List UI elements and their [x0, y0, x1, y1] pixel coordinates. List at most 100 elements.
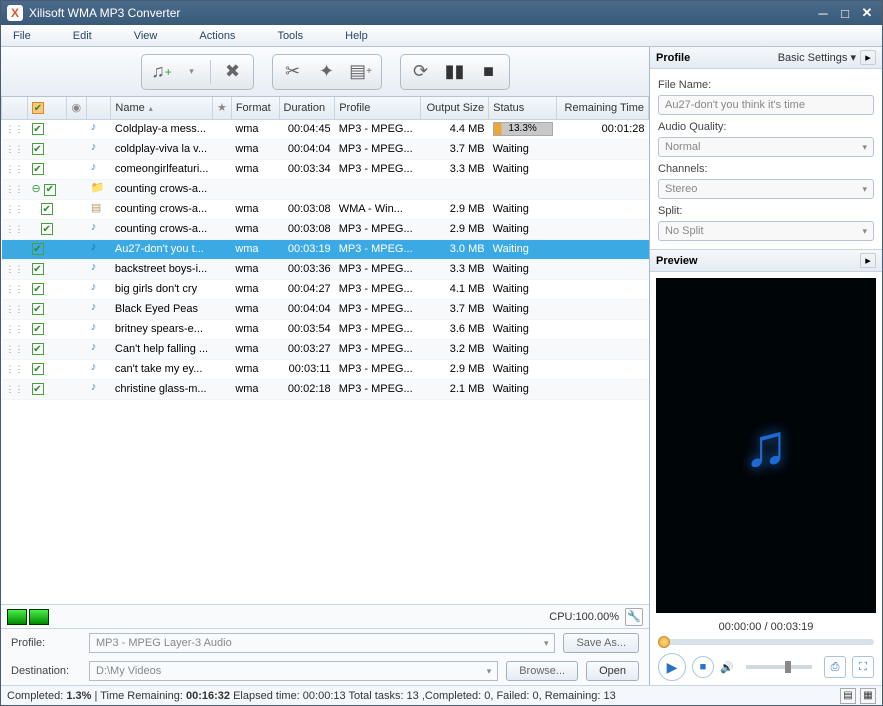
col-star[interactable]: ★ [212, 97, 231, 119]
menu-tools[interactable]: Tools [277, 30, 303, 42]
row-checkbox[interactable]: ✔ [32, 123, 44, 135]
col-name[interactable]: Name [111, 97, 213, 119]
drag-handle-icon[interactable]: ⋮⋮ [6, 264, 24, 274]
col-output[interactable]: Output Size [420, 97, 488, 119]
table-row[interactable]: ⋮⋮ ✔ ♪ can't take my ey... wma 00:03:11 … [2, 359, 649, 379]
seek-slider[interactable] [658, 639, 874, 645]
table-row[interactable]: ⋮⋮ ✔ ♪ Coldplay-a mess... wma 00:04:45 M… [2, 119, 649, 139]
channels-field[interactable]: Stereo▾ [658, 179, 874, 199]
drag-handle-icon[interactable]: ⋮⋮ [6, 304, 24, 314]
table-row[interactable]: ⋮⋮ ✔ ♪ Can't help falling ... wma 00:03:… [2, 339, 649, 359]
drag-handle-icon[interactable]: ⋮⋮ [6, 204, 24, 214]
cell-name: coldplay-viva la v... [111, 139, 213, 159]
list-view-icon[interactable]: ▤ [840, 688, 856, 704]
drag-handle-icon[interactable]: ⋮⋮ [6, 184, 24, 194]
table-row[interactable]: ⋮⋮ ⊖ ✔ 📁 counting crows-a... [2, 179, 649, 199]
table-row[interactable]: ⋮⋮ ✔ ♪ Black Eyed Peas wma 00:04:04 MP3 … [2, 299, 649, 319]
table-row[interactable]: ⋮⋮ ✔ ♪ counting crows-a... wma 00:03:08 … [2, 219, 649, 239]
play-button[interactable]: ▶ [658, 653, 686, 681]
split-field[interactable]: No Split▾ [658, 221, 874, 241]
menu-file[interactable]: File [13, 30, 31, 42]
menu-actions[interactable]: Actions [199, 30, 235, 42]
col-profile[interactable]: Profile [335, 97, 421, 119]
col-remaining[interactable]: Remaining Time [557, 97, 649, 119]
cut-icon[interactable]: ✂ [281, 60, 305, 84]
table-row[interactable]: ⋮⋮ ✔ ♪ big girls don't cry wma 00:04:27 … [2, 279, 649, 299]
stop-button[interactable]: ■ [692, 656, 714, 678]
pause-icon[interactable]: ▮▮ [443, 60, 467, 84]
settings-icon[interactable]: 🔧 [625, 608, 643, 626]
row-checkbox[interactable]: ✔ [41, 223, 53, 235]
convert-icon[interactable]: ⟳ [409, 60, 433, 84]
table-row[interactable]: ⋮⋮ ✔ ♪ comeongirlfeaturi... wma 00:03:34… [2, 159, 649, 179]
volume-slider[interactable] [746, 665, 812, 669]
row-checkbox[interactable]: ✔ [32, 283, 44, 295]
drag-handle-icon[interactable]: ⋮⋮ [6, 224, 24, 234]
cell-remaining: 00:01:28 [557, 119, 649, 139]
col-format[interactable]: Format [231, 97, 279, 119]
effects-icon[interactable]: ✦ [315, 60, 339, 84]
maximize-button[interactable]: □ [836, 5, 854, 21]
row-checkbox[interactable]: ✔ [41, 203, 53, 215]
preview-toggle[interactable]: ▸ [860, 253, 876, 268]
delete-icon[interactable]: ✖ [221, 60, 245, 84]
minimize-button[interactable]: ─ [814, 5, 832, 21]
quality-field[interactable]: Normal▾ [658, 137, 874, 157]
profile-combo[interactable]: MP3 - MPEG Layer-3 Audio▾ [89, 633, 555, 653]
profile-panel-toggle[interactable]: ▸ [860, 50, 876, 65]
row-checkbox[interactable]: ✔ [32, 243, 44, 255]
statusbar: Completed: 1.3% | Time Remaining: 00:16:… [1, 685, 882, 705]
drag-handle-icon[interactable]: ⋮⋮ [6, 344, 24, 354]
drag-handle-icon[interactable]: ⋮⋮ [6, 164, 24, 174]
cell-duration: 00:02:18 [279, 379, 335, 399]
drag-handle-icon[interactable]: ⋮⋮ [6, 284, 24, 294]
browse-button[interactable]: Browse... [506, 661, 578, 681]
filename-field[interactable]: Au27-don't you think it's time [658, 95, 874, 115]
volume-icon[interactable]: 🔊 [720, 661, 734, 674]
menu-help[interactable]: Help [345, 30, 368, 42]
row-checkbox[interactable]: ✔ [44, 184, 56, 196]
add-dropdown-icon[interactable]: ▾ [184, 60, 200, 84]
row-checkbox[interactable]: ✔ [32, 263, 44, 275]
row-checkbox[interactable]: ✔ [32, 163, 44, 175]
disc-column-icon[interactable]: ◉ [71, 102, 81, 114]
table-row[interactable]: ⋮⋮ ✔ ♪ Au27-don't you t... wma 00:03:19 … [2, 239, 649, 259]
row-checkbox[interactable]: ✔ [32, 323, 44, 335]
close-button[interactable]: ✕ [858, 5, 876, 21]
table-row[interactable]: ⋮⋮ ✔ ♪ christine glass-m... wma 00:02:18… [2, 379, 649, 399]
menu-view[interactable]: View [134, 30, 158, 42]
open-button[interactable]: Open [586, 661, 639, 681]
drag-handle-icon[interactable]: ⋮⋮ [6, 384, 24, 394]
grid-view-icon[interactable]: ▦ [860, 688, 876, 704]
save-as-button[interactable]: Save As... [563, 633, 639, 653]
drag-handle-icon[interactable]: ⋮⋮ [6, 244, 24, 254]
progress-bar: 13.3% [493, 122, 553, 136]
drag-handle-icon[interactable]: ⋮⋮ [6, 364, 24, 374]
table-row[interactable]: ⋮⋮ ✔ ▤ counting crows-a... wma 00:03:08 … [2, 199, 649, 219]
table-row[interactable]: ⋮⋮ ✔ ♪ britney spears-e... wma 00:03:54 … [2, 319, 649, 339]
row-checkbox[interactable]: ✔ [32, 143, 44, 155]
cell-output: 2.9 MB [420, 199, 488, 219]
drag-handle-icon[interactable]: ⋮⋮ [6, 124, 24, 134]
drag-handle-icon[interactable]: ⋮⋮ [6, 324, 24, 334]
select-all-checkbox[interactable]: ✔ [32, 102, 44, 114]
drag-handle-icon[interactable]: ⋮⋮ [6, 144, 24, 154]
row-checkbox[interactable]: ✔ [32, 383, 44, 395]
table-row[interactable]: ⋮⋮ ✔ ♪ backstreet boys-i... wma 00:03:36… [2, 259, 649, 279]
snapshot-button[interactable]: ⎙ [824, 656, 846, 678]
col-duration[interactable]: Duration [279, 97, 335, 119]
menu-edit[interactable]: Edit [73, 30, 92, 42]
destination-combo[interactable]: D:\My Videos▾ [89, 661, 498, 681]
row-checkbox[interactable]: ✔ [32, 363, 44, 375]
col-status[interactable]: Status [489, 97, 557, 119]
profile-settings-dropdown[interactable]: Basic Settings ▾ [778, 51, 856, 64]
row-checkbox[interactable]: ✔ [32, 343, 44, 355]
add-file-icon[interactable]: ♫+ [150, 60, 174, 84]
fullscreen-button[interactable]: ⛶ [852, 656, 874, 678]
row-checkbox[interactable]: ✔ [32, 303, 44, 315]
cell-remaining [557, 379, 649, 399]
cell-profile: MP3 - MPEG... [335, 219, 421, 239]
stop-icon[interactable]: ■ [477, 60, 501, 84]
clip-icon[interactable]: ▤+ [349, 60, 373, 84]
table-row[interactable]: ⋮⋮ ✔ ♪ coldplay-viva la v... wma 00:04:0… [2, 139, 649, 159]
